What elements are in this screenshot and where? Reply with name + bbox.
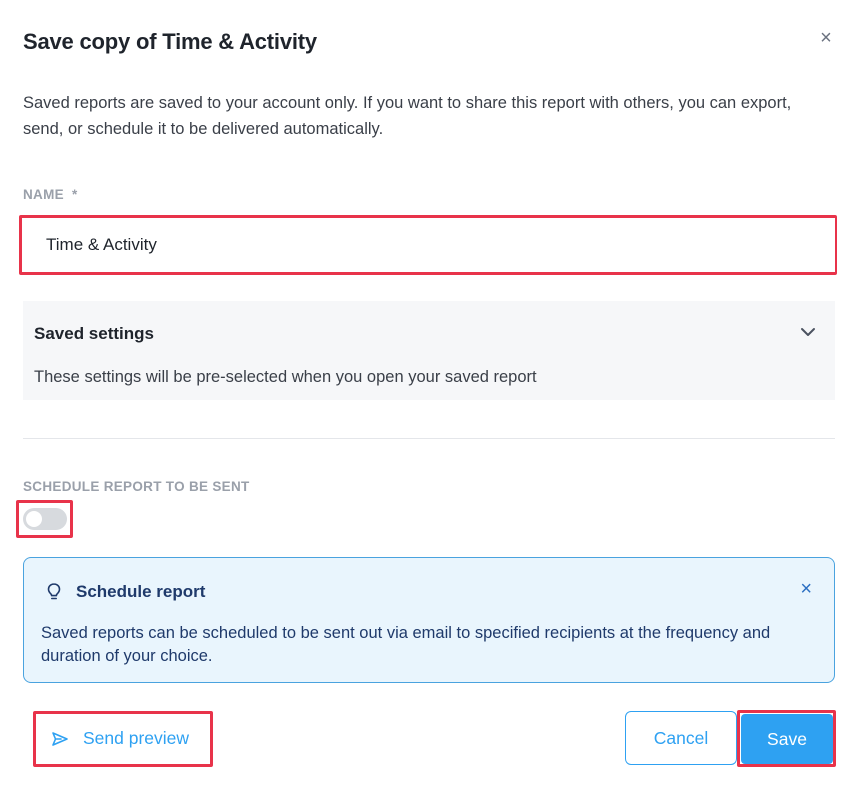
send-icon — [52, 731, 68, 746]
info-title: Schedule report — [76, 582, 206, 601]
saved-settings-description: These settings will be pre-selected when… — [34, 368, 537, 386]
dialog-title: Save copy of Time & Activity — [23, 29, 317, 54]
schedule-toggle[interactable] — [23, 508, 67, 530]
section-divider — [23, 438, 835, 439]
dialog-description: Saved reports are saved to your account … — [23, 94, 792, 138]
saved-settings-accordion[interactable]: Saved settings These settings will be pr… — [23, 301, 835, 400]
lightbulb-icon — [47, 583, 61, 600]
schedule-info-banner: Schedule report × Saved reports can be s… — [23, 557, 835, 683]
save-button[interactable]: Save — [741, 714, 833, 764]
chevron-down-icon[interactable] — [799, 323, 817, 341]
info-description: Saved reports can be scheduled to be sen… — [41, 624, 771, 665]
save-report-dialog: Save copy of Time & Activity × Saved rep… — [0, 0, 856, 787]
info-close-icon[interactable]: × — [800, 579, 812, 599]
saved-settings-title: Saved settings — [34, 324, 154, 343]
name-input[interactable] — [22, 218, 835, 272]
send-preview-button[interactable]: Send preview — [36, 713, 211, 764]
toggle-knob — [26, 511, 42, 527]
schedule-label: SCHEDULE REPORT TO BE SENT — [23, 479, 250, 494]
cancel-button[interactable]: Cancel — [625, 711, 737, 765]
close-icon[interactable]: × — [816, 28, 836, 48]
required-marker: * — [71, 187, 78, 202]
name-field-label: NAME * — [23, 187, 78, 202]
send-preview-label: Send preview — [83, 728, 190, 748]
name-label-text: NAME — [23, 187, 64, 202]
